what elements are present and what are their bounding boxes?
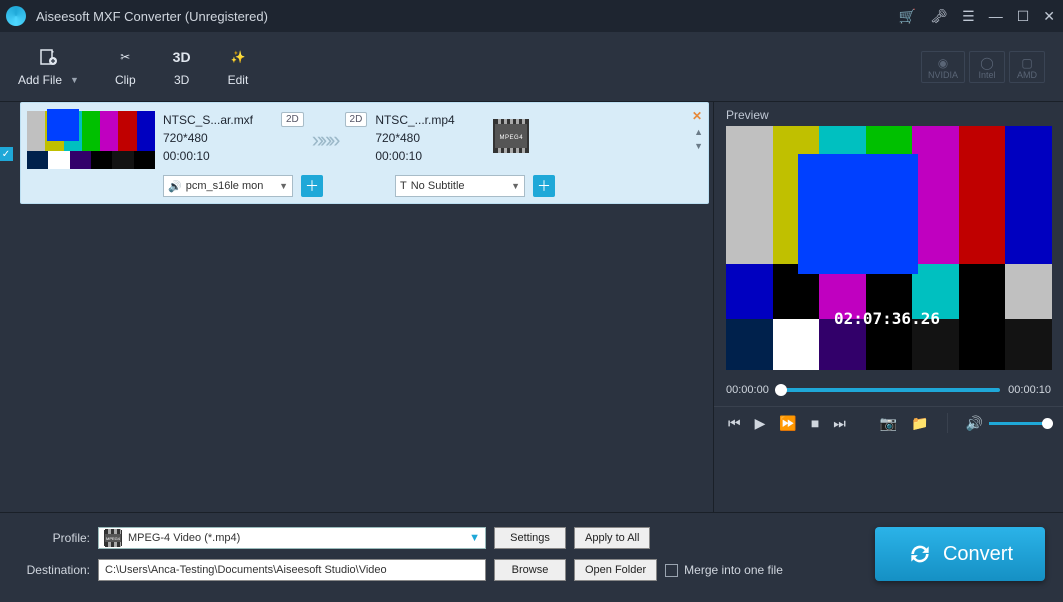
magic-wand-icon: ✨ [228, 47, 248, 67]
dest-filename: NTSC_...r.mp4 [375, 111, 485, 129]
arrows-icon: »»» [312, 127, 337, 153]
merge-label: Merge into one file [684, 563, 783, 577]
gpu-amd-badge: ▢AMD [1009, 51, 1045, 83]
audio-track-select[interactable]: 🔊 pcm_s16le mon ▼ [163, 175, 293, 197]
time-start: 00:00:00 [726, 384, 769, 396]
add-file-icon [38, 47, 58, 67]
source-filename: NTSC_S...ar.mxf [163, 111, 273, 129]
prev-button[interactable]: ⏮ [728, 415, 741, 432]
refresh-icon [907, 541, 933, 567]
key-icon[interactable]: 🗝 [930, 8, 948, 25]
file-checkbox[interactable]: ✓ [0, 147, 13, 161]
title-bar: Aiseesoft MXF Converter (Unregistered) 🛒… [0, 0, 1063, 32]
snapshot-button[interactable]: 📷 [880, 415, 897, 432]
preview-pane: Preview 02:07:36.26 00:00:00 00:00:10 ⏮ … [713, 102, 1063, 512]
source-thumbnail [27, 111, 155, 169]
dest-dimensions: 720*480 [375, 129, 485, 147]
edit-label: Edit [228, 73, 249, 87]
app-logo-icon [6, 6, 26, 26]
snapshot-folder-button[interactable]: 📁 [911, 415, 928, 432]
subtitle-icon: T [400, 180, 407, 192]
gpu-intel-badge: ◯Intel [969, 51, 1005, 83]
preview-video[interactable]: 02:07:36.26 [726, 126, 1052, 370]
convert-label: Convert [943, 543, 1013, 566]
profile-label: Profile: [18, 531, 90, 545]
add-audio-button[interactable]: ＋ [301, 175, 323, 197]
audio-track-label: pcm_s16le mon [186, 180, 275, 192]
source-duration: 00:00:10 [163, 147, 273, 165]
three-d-icon: 3D [172, 47, 192, 67]
main-toolbar: Add File ▼ ✂ Clip 3D 3D ✨ Edit ◉NVIDIA ◯I… [0, 32, 1063, 102]
destination-label: Destination: [18, 563, 90, 577]
window-title: Aiseesoft MXF Converter (Unregistered) [36, 9, 899, 24]
dest-format-tag: 2D [345, 112, 368, 127]
minimize-button[interactable]: — [989, 8, 1003, 25]
maximize-button[interactable]: ☐ [1017, 8, 1030, 25]
clip-label: Clip [115, 73, 136, 87]
volume-icon[interactable]: 🔊 [966, 415, 983, 432]
merge-checkbox[interactable] [665, 564, 678, 577]
three-d-label: 3D [174, 73, 189, 87]
timecode-overlay: 02:07:36.26 [834, 309, 940, 328]
stop-button[interactable]: ■ [811, 415, 819, 431]
gpu-nvidia-badge: ◉NVIDIA [921, 51, 965, 83]
add-file-button[interactable]: Add File ▼ [18, 47, 79, 87]
move-up-icon[interactable]: ▲ [694, 127, 703, 137]
add-file-label: Add File [18, 73, 62, 87]
play-button[interactable]: ▶ [755, 415, 766, 432]
chevron-down-icon: ▼ [511, 181, 520, 191]
fast-forward-button[interactable]: ⏩ [779, 415, 796, 432]
apply-all-button[interactable]: Apply to All [574, 527, 650, 549]
chevron-down-icon: ▼ [279, 181, 288, 191]
subtitle-label: No Subtitle [411, 180, 507, 192]
seek-slider[interactable] [777, 388, 1000, 392]
settings-button[interactable]: Settings [494, 527, 566, 549]
chevron-down-icon: ▼ [469, 532, 480, 544]
browse-button[interactable]: Browse [494, 559, 566, 581]
profile-value: MPEG-4 Video (*.mp4) [128, 532, 240, 544]
clip-button[interactable]: ✂ Clip [115, 47, 136, 87]
cart-icon[interactable]: 🛒 [899, 8, 916, 25]
move-down-icon[interactable]: ▼ [694, 141, 703, 151]
chevron-down-icon[interactable]: ▼ [70, 75, 79, 85]
destination-input[interactable] [98, 559, 486, 581]
menu-icon[interactable]: ☰ [962, 8, 975, 25]
open-folder-button[interactable]: Open Folder [574, 559, 657, 581]
convert-button[interactable]: Convert [875, 527, 1045, 581]
edit-button[interactable]: ✨ Edit [228, 47, 249, 87]
audio-icon: 🔊 [168, 180, 182, 193]
file-list-pane: ✓ ✕ ▲ ▼ NTSC_S...ar.mxf 720*480 00:00 [0, 102, 713, 512]
remove-item-button[interactable]: ✕ [692, 109, 702, 123]
time-end: 00:00:10 [1008, 384, 1051, 396]
scissors-icon: ✂ [115, 47, 135, 67]
subtitle-select[interactable]: T No Subtitle ▼ [395, 175, 525, 197]
output-format-icon: MPEG4 [493, 119, 535, 161]
add-subtitle-button[interactable]: ＋ [533, 175, 555, 197]
dest-duration: 00:00:10 [375, 147, 485, 165]
source-dimensions: 720*480 [163, 129, 273, 147]
profile-select[interactable]: MPEG4 MPEG-4 Video (*.mp4) ▼ [98, 527, 486, 549]
bottom-bar: Profile: MPEG4 MPEG-4 Video (*.mp4) ▼ Se… [0, 512, 1063, 591]
three-d-button[interactable]: 3D 3D [172, 47, 192, 87]
source-format-tag: 2D [281, 112, 304, 127]
file-item[interactable]: ✓ ✕ ▲ ▼ NTSC_S...ar.mxf 720*480 00:00 [20, 102, 709, 204]
next-button[interactable]: ⏭ [833, 415, 846, 432]
close-button[interactable]: ✕ [1043, 8, 1055, 25]
volume-slider[interactable] [989, 422, 1049, 425]
preview-heading: Preview [714, 102, 1063, 126]
